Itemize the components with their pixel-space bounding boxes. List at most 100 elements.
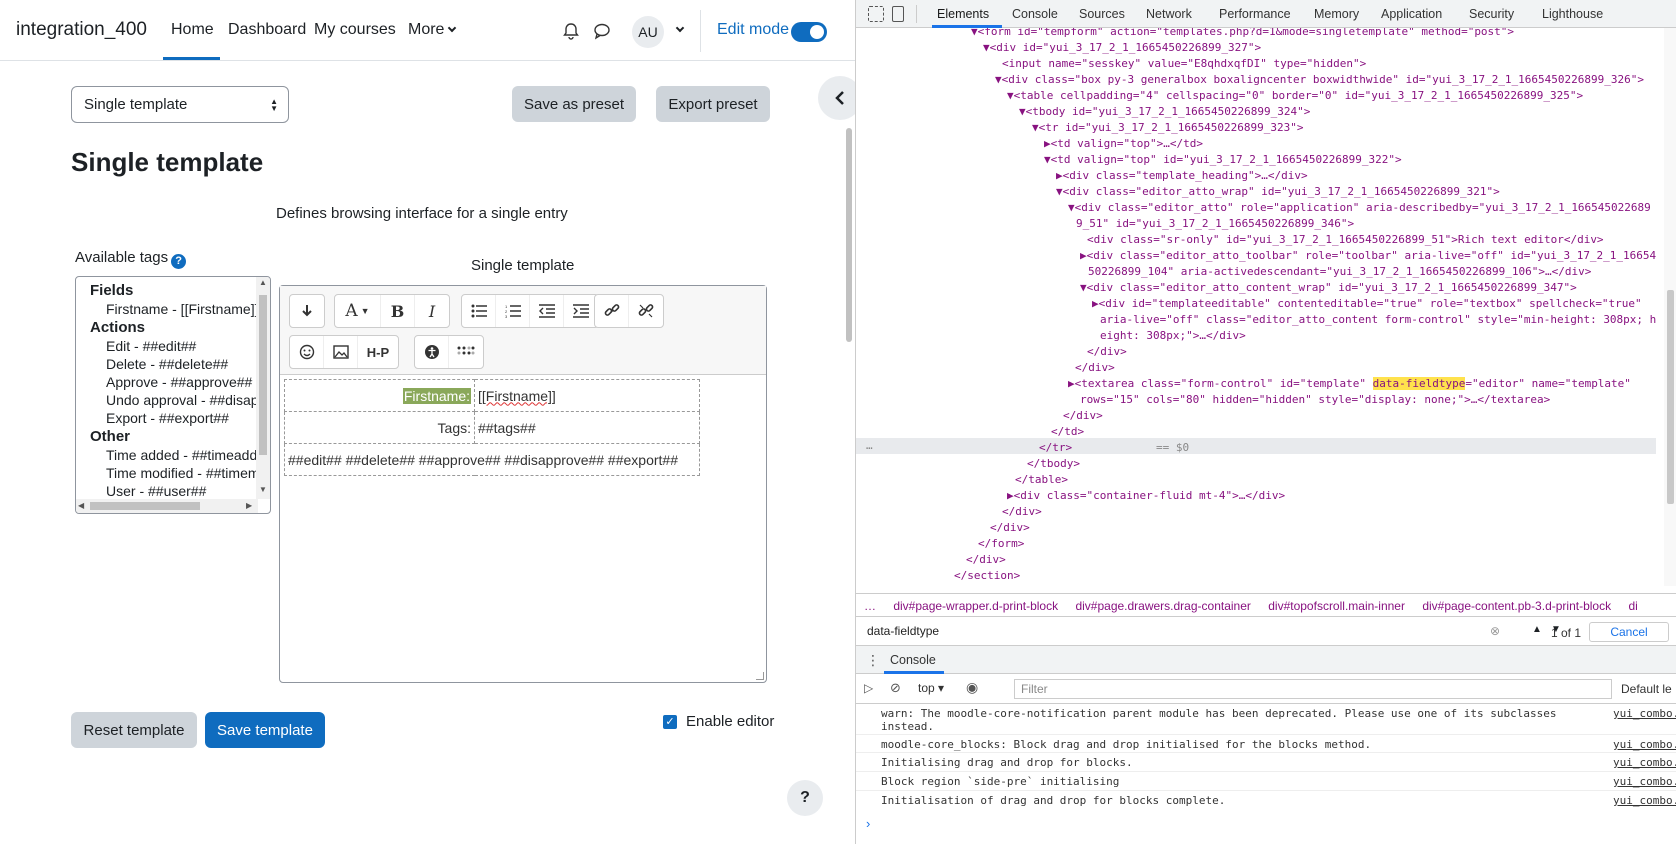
- collapse-toolbar-button[interactable]: [290, 295, 324, 327]
- tab-elements[interactable]: Elements: [937, 7, 989, 21]
- tag-list-hscroll-thumb[interactable]: [90, 502, 200, 510]
- tag-item[interactable]: User - ##user##: [76, 482, 257, 500]
- dom-line[interactable]: aria-live="off" class="editor_atto_conte…: [1100, 312, 1656, 328]
- floating-help-button[interactable]: ?: [787, 780, 823, 816]
- tab-network[interactable]: Network: [1146, 7, 1192, 21]
- checkbox-checked-icon[interactable]: ✓: [663, 714, 677, 729]
- dom-line[interactable]: </tr>: [1039, 440, 1072, 456]
- console-filter-input[interactable]: Filter: [1014, 679, 1612, 699]
- breadcrumb-item[interactable]: di: [1628, 599, 1637, 613]
- dom-line[interactable]: ▼<div class="editor_atto_content_wrap" i…: [1080, 280, 1577, 296]
- dom-line[interactable]: </section>: [954, 568, 1020, 584]
- dom-line[interactable]: ▼<table cellpadding="4" cellspacing="0" …: [1007, 88, 1583, 104]
- tag-list-hscroll[interactable]: ◀ ▶: [76, 499, 258, 513]
- dom-line[interactable]: </div>: [966, 552, 1006, 568]
- tag-item[interactable]: Export - ##export##: [76, 409, 257, 427]
- elements-scroll-thumb[interactable]: [1667, 290, 1674, 504]
- breadcrumb-item[interactable]: div#page.drawers.drag-container: [1075, 599, 1250, 613]
- breadcrumb-item[interactable]: div#page-wrapper.d-print-block: [893, 599, 1058, 613]
- site-brand[interactable]: integration_400: [16, 19, 147, 41]
- breadcrumb-item[interactable]: …: [864, 599, 876, 613]
- breadcrumb-item[interactable]: div#topofscroll.main-inner: [1268, 599, 1405, 613]
- dom-line[interactable]: <input name="sesskey" value="E8qhdxqfDI"…: [1002, 56, 1366, 72]
- tag-item[interactable]: Approve - ##approve##: [76, 373, 257, 391]
- tab-memory[interactable]: Memory: [1314, 7, 1359, 21]
- enable-editor-row[interactable]: ✓ Enable editor: [663, 713, 774, 730]
- tab-security[interactable]: Security: [1469, 7, 1514, 21]
- dom-line[interactable]: ▼<div class="editor_atto" role="applicat…: [1068, 200, 1651, 216]
- tag-item[interactable]: Delete - ##delete##: [76, 355, 257, 373]
- bold-button[interactable]: B: [381, 295, 415, 327]
- tab-application[interactable]: Application: [1381, 7, 1442, 21]
- dom-line[interactable]: </table>: [1015, 472, 1068, 488]
- console-source-link[interactable]: yui_combo.: [1613, 794, 1676, 807]
- dom-line[interactable]: </div>: [1063, 408, 1103, 424]
- elements-tree[interactable]: ▼<form id="tempform" action="templates.p…: [856, 28, 1664, 586]
- dom-line[interactable]: ▶<div class="editor_atto_toolbar" role="…: [1080, 248, 1656, 264]
- italic-button[interactable]: I: [415, 295, 449, 327]
- dom-line[interactable]: ▼<form id="tempform" action="templates.p…: [971, 28, 1514, 40]
- dom-line[interactable]: </div>: [990, 520, 1030, 536]
- tag-item[interactable]: Edit - ##edit##: [76, 337, 257, 355]
- accessibility-checker-button[interactable]: [415, 336, 449, 368]
- edit-mode-toggle[interactable]: [791, 22, 827, 42]
- context-selector[interactable]: top ▾: [918, 681, 944, 695]
- node-actions-ellipsis[interactable]: …: [866, 438, 873, 454]
- scroll-left-icon[interactable]: ◀: [78, 501, 84, 510]
- dom-line[interactable]: <div class="sr-only" id="yui_3_17_2_1_16…: [1087, 232, 1604, 248]
- dom-line[interactable]: ▶<div class="container-fluid mt-4">…</di…: [1007, 488, 1285, 504]
- tag-item[interactable]: Undo approval - ##disapprove##: [76, 391, 257, 409]
- eye-icon[interactable]: ◉: [966, 679, 978, 696]
- save-template-button[interactable]: Save template: [205, 712, 325, 748]
- console-source-link[interactable]: yui_combo.: [1613, 756, 1676, 769]
- log-levels-dropdown[interactable]: Default le: [1621, 682, 1672, 696]
- dom-line[interactable]: </td>: [1051, 424, 1084, 440]
- dom-line[interactable]: </div>: [1002, 504, 1042, 520]
- cancel-search-button[interactable]: Cancel: [1589, 622, 1669, 642]
- dom-line[interactable]: ▶<div class="template_heading">…</div>: [1056, 168, 1308, 184]
- page-scrollbar[interactable]: [846, 128, 852, 342]
- dom-line[interactable]: ▶<td valign="top">…</td>: [1044, 136, 1203, 152]
- scroll-right-icon[interactable]: ▶: [246, 501, 252, 510]
- notifications-button[interactable]: [561, 21, 581, 41]
- link-button[interactable]: [595, 295, 629, 327]
- export-preset-button[interactable]: Export preset: [656, 86, 770, 122]
- dom-line[interactable]: ▼<div class="editor_atto_wrap" id="yui_3…: [1056, 184, 1500, 200]
- open-drawer-button[interactable]: [818, 76, 855, 120]
- dom-line[interactable]: ▶<div id="templateeditable" contentedita…: [1092, 296, 1642, 312]
- screenreader-helper-button[interactable]: [449, 336, 483, 368]
- sidebar-toggle-icon[interactable]: ▷: [864, 681, 873, 695]
- console-source-link[interactable]: yui_combo.: [1613, 738, 1676, 751]
- unordered-list-button[interactable]: [462, 295, 496, 327]
- clear-search-icon[interactable]: ⊗: [1490, 624, 1500, 638]
- search-next-icon[interactable]: ▼: [1551, 624, 1561, 635]
- scroll-up-icon[interactable]: ▲: [259, 278, 267, 287]
- dom-line[interactable]: </div>: [1087, 344, 1127, 360]
- console-drawer-tab[interactable]: Console: [890, 653, 936, 667]
- user-avatar[interactable]: AU: [632, 16, 664, 48]
- image-button[interactable]: [324, 336, 358, 368]
- console-prompt-icon[interactable]: ›: [866, 816, 870, 831]
- clear-console-icon[interactable]: ⊘: [890, 680, 901, 696]
- tab-lighthouse[interactable]: Lighthouse: [1542, 7, 1603, 21]
- tag-list-vscroll-thumb[interactable]: [259, 295, 267, 455]
- tag-item[interactable]: Time added - ##timeadded##: [76, 446, 257, 464]
- dom-line[interactable]: </form>: [978, 536, 1024, 552]
- inspect-element-icon[interactable]: [868, 6, 884, 22]
- dom-line[interactable]: ▼<tr id="yui_3_17_2_1_1665450226899_323"…: [1032, 120, 1304, 136]
- nav-dashboard[interactable]: Dashboard: [228, 21, 306, 39]
- paragraph-style-button[interactable]: A ▼: [335, 295, 381, 327]
- h5p-button[interactable]: H-P: [358, 336, 398, 368]
- dom-line[interactable]: 9_51" id="yui_3_17_2_1_1665450226899_346…: [1076, 216, 1354, 232]
- dom-line[interactable]: </tbody>: [1027, 456, 1080, 472]
- editor-content[interactable]: Firstname: [[Firstname]] Tags: ##tags## …: [284, 379, 764, 476]
- dom-line[interactable]: ▼<tbody id="yui_3_17_2_1_1665450226899_3…: [1019, 104, 1310, 120]
- nav-my-courses[interactable]: My courses: [314, 21, 396, 39]
- tag-item[interactable]: Firstname - [[Firstname]]: [76, 300, 257, 318]
- dom-line[interactable]: rows="15" cols="80" hidden="hidden" styl…: [1080, 392, 1550, 408]
- reset-template-button[interactable]: Reset template: [71, 712, 197, 748]
- tag-item[interactable]: Time modified - ##timemodified##: [76, 464, 257, 482]
- template-select[interactable]: Single template ▲ ▼: [71, 86, 289, 123]
- nav-more[interactable]: More: [408, 21, 457, 39]
- dom-line[interactable]: ▼<div class="box py-3 generalbox boxalig…: [995, 72, 1644, 88]
